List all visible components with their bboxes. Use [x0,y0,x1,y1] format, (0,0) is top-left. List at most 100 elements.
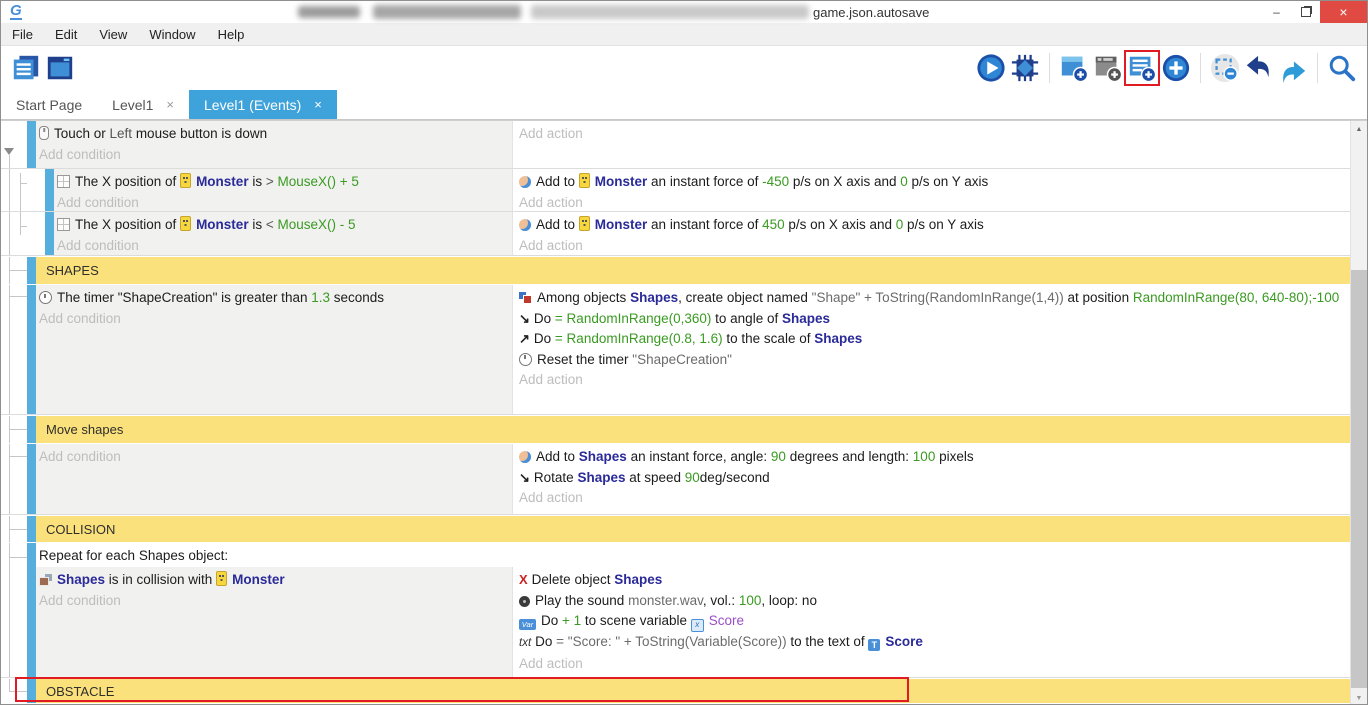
add-condition-link[interactable]: Add condition [39,309,506,330]
object-name: Monster [196,174,249,189]
action-add-force[interactable]: Add to Monster an instant force of 450 p… [519,215,1340,236]
menu-window[interactable]: Window [138,23,206,45]
action-reset-timer[interactable]: Reset the timer "ShapeCreation" [519,350,1340,371]
toolbar-separator [1049,53,1050,83]
add-action-link[interactable]: Add action [519,193,1340,214]
add-condition-link[interactable]: Add condition [39,447,506,468]
action-rotate[interactable]: ↘Rotate Shapes at speed 90deg/second [519,468,1340,489]
event-selection-bar[interactable] [27,543,36,677]
text-segment: seconds [330,290,384,305]
event-selection-bar[interactable] [45,169,54,211]
foreach-header[interactable]: Repeat for each Shapes object: [36,543,1350,567]
close-button[interactable]: × [1320,1,1367,23]
tab-start-page[interactable]: Start Page [1,90,97,119]
vertical-scrollbar[interactable]: ▲ ▼ [1350,121,1367,705]
add-object-icon[interactable] [1059,53,1089,83]
action-add-force[interactable]: Add to Monster an instant force of -450 … [519,172,1340,193]
tab-level1[interactable]: Level1 × [97,90,189,119]
action-set-angle[interactable]: ↘Do = RandomInRange(0,360) to angle of S… [519,309,1340,330]
toolbar-separator [1200,53,1201,83]
search-icon[interactable] [1327,53,1357,83]
event-selection-bar[interactable] [45,212,54,255]
condition-mouse-down[interactable]: Touch or Left mouse button is down [39,124,506,145]
monster-object-icon [579,216,590,231]
condition-x-position[interactable]: The X position of Monster is < MouseX() … [57,215,506,236]
object-name: Monster [196,217,249,232]
event-selection-bar[interactable] [27,679,36,703]
remove-selection-icon[interactable] [1210,53,1240,83]
timer-icon [519,353,532,366]
action-change-variable[interactable]: VarDo + 1 to scene variable xScore [519,611,1340,632]
condition-collision[interactable]: Shapes is in collision with Monster [39,570,506,591]
debug-icon[interactable] [1010,53,1040,83]
text-segment: is in collision with [105,572,216,587]
event-selection-bar[interactable] [27,516,36,542]
add-condition-link[interactable]: Add condition [39,591,506,612]
object-name: Shapes [614,572,662,587]
conditions-column: Add condition [36,444,513,514]
menu-view[interactable]: View [88,23,138,45]
action-create-object[interactable]: Among objects Shapes, create object name… [519,288,1340,309]
scroll-down-icon[interactable]: ▼ [1351,690,1367,705]
action-play-sound[interactable]: Play the sound monster.wav, vol.: 100, l… [519,591,1340,612]
add-event-icon[interactable] [1127,53,1157,83]
condition-timer[interactable]: The timer "ShapeCreation" is greater tha… [39,288,506,309]
action-set-scale[interactable]: ↗Do = RandomInRange(0.8, 1.6) to the sca… [519,329,1340,350]
add-action-link[interactable]: Add action [519,488,1340,509]
text-segment: at position [1064,290,1133,305]
comment-collision[interactable]: COLLISION [36,516,1350,542]
add-object-group-icon[interactable] [1093,53,1123,83]
comment-obstacle[interactable]: OBSTACLE [36,679,1350,703]
add-condition-link[interactable]: Add condition [57,193,506,214]
project-manager-icon[interactable] [11,53,41,83]
add-condition-link[interactable]: Add condition [39,145,506,166]
text-segment: is [249,217,266,232]
expression: MouseX() + 5 [277,174,358,189]
scroll-up-icon[interactable]: ▲ [1351,121,1367,137]
text-segment: p/s on Y axis [903,217,984,232]
window-title: game.json.autosave [813,5,929,20]
text-segment: Play the sound [535,593,628,608]
action-add-force[interactable]: Add to Shapes an instant force, angle: 9… [519,447,1340,468]
text-segment: Do [541,613,562,628]
menu-edit[interactable]: Edit [44,23,88,45]
redacted-title-text [531,5,809,19]
text-segment: deg/second [700,470,770,485]
tab-close-icon[interactable]: × [314,97,322,112]
menu-help[interactable]: Help [207,23,256,45]
tab-level1-events[interactable]: Level1 (Events) × [189,90,337,119]
tab-label: Level1 [112,97,153,113]
scene-editor-icon[interactable] [45,53,75,83]
event-selection-bar[interactable] [27,285,36,414]
add-standard-event-icon[interactable] [1161,53,1191,83]
restore-button[interactable] [1291,1,1320,23]
scene-variable-icon: x [691,619,704,632]
menu-file[interactable]: File [1,23,44,45]
event-selection-bar[interactable] [27,416,36,443]
condition-x-position[interactable]: The X position of Monster is > MouseX() … [57,172,506,193]
expression: RandomInRange(80, 640-80);-100 [1133,290,1339,305]
file-name: monster.wav [628,593,703,608]
text-segment: Do [535,634,556,649]
event-selection-bar[interactable] [27,121,36,168]
comment-move-shapes[interactable]: Move shapes [36,416,1350,443]
redo-icon[interactable] [1278,53,1308,83]
add-condition-link[interactable]: Add condition [57,236,506,257]
event-selection-bar[interactable] [27,257,36,284]
minimize-button[interactable]: – [1262,1,1291,23]
angle-icon: ↘ [519,311,530,326]
add-action-link[interactable]: Add action [519,370,1340,391]
comment-shapes[interactable]: SHAPES [36,257,1350,284]
action-delete-object[interactable]: XDelete object Shapes [519,570,1340,591]
tab-close-icon[interactable]: × [166,97,174,112]
preview-play-icon[interactable] [976,53,1006,83]
object-name: Shapes [579,449,627,464]
undo-icon[interactable] [1244,53,1274,83]
add-action-link[interactable]: Add action [519,236,1340,257]
add-action-link[interactable]: Add action [519,654,1340,675]
add-action-link[interactable]: Add action [519,124,1340,145]
conditions-column: The X position of Monster is < MouseX() … [54,212,513,255]
action-change-text[interactable]: txtDo = "Score: " + ToString(Variable(Sc… [519,632,1340,654]
event-selection-bar[interactable] [27,444,36,514]
scrollbar-thumb[interactable] [1351,270,1367,688]
